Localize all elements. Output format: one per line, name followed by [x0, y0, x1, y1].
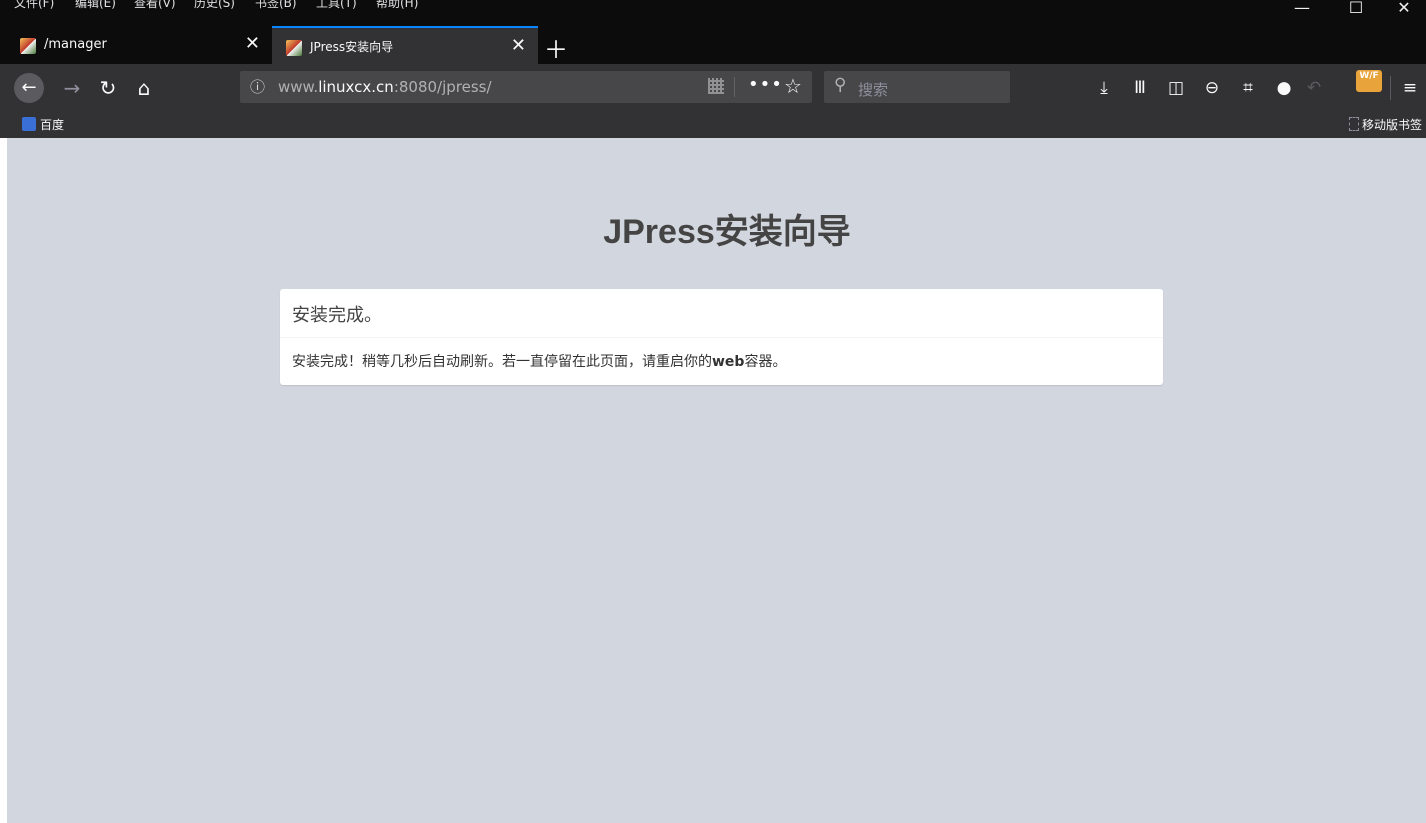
search-input[interactable]: 搜索	[858, 79, 888, 100]
window-edge	[0, 138, 7, 823]
new-tab-button[interactable]: ＋	[544, 30, 568, 65]
screenshot-crop-icon[interactable]: ⌗	[1236, 76, 1260, 100]
menu-bookmarks[interactable]: 书签(B)	[255, 0, 297, 10]
close-window-button[interactable]: ✕	[1384, 0, 1424, 22]
install-message: 安装完成！稍等几秒后自动刷新。若一直停留在此页面，请重启你的	[292, 354, 712, 370]
toolbar-separator	[1390, 76, 1391, 100]
qr-code-icon[interactable]	[708, 78, 724, 94]
tomcat-favicon-icon	[20, 38, 36, 54]
browser-chrome: 文件(F) 编辑(E) 查看(V) 历史(S) 书签(B) 工具(T) 帮助(H…	[0, 0, 1426, 138]
menu-hamburger-icon[interactable]: ≡	[1398, 76, 1422, 100]
page-actions-icon[interactable]: •••	[748, 74, 783, 95]
bookmark-baidu[interactable]: 百度	[40, 116, 64, 133]
menu-help[interactable]: 帮助(H)	[376, 0, 418, 10]
mobile-bookmarks-icon	[1348, 117, 1359, 131]
mobile-bookmarks[interactable]: 移动版书签	[1348, 116, 1422, 133]
search-icon: ⚲	[834, 75, 847, 95]
home-button[interactable]: ⌂	[128, 72, 160, 104]
menu-file[interactable]: 文件(F)	[14, 0, 54, 10]
install-result-box: 安装完成。 安装完成！稍等几秒后自动刷新。若一直停留在此页面，请重启你的web容…	[280, 289, 1163, 385]
bookmark-star-icon[interactable]: ☆	[784, 74, 802, 98]
tab-title: JPress安装向导	[310, 40, 394, 54]
tab-jpress-install[interactable]: JPress安装向导 ✕	[272, 26, 538, 64]
menu-edit[interactable]: 编辑(E)	[75, 0, 116, 10]
bookmarks-bar: 百度 移动版书签	[0, 112, 1426, 138]
tab-title: /manager	[44, 37, 107, 52]
tab-manager[interactable]: /manager ✕	[6, 26, 272, 64]
close-tab-icon[interactable]: ✕	[245, 34, 260, 54]
tab-strip: /manager ✕ JPress安装向导 ✕ ＋	[0, 26, 1426, 64]
forward-button[interactable]: →	[56, 72, 88, 104]
box-body: 安装完成！稍等几秒后自动刷新。若一直停留在此页面，请重启你的web容器。	[292, 351, 786, 371]
url-bar-separator	[734, 77, 735, 97]
menu-bar: 文件(F) 编辑(E) 查看(V) 历史(S) 书签(B) 工具(T) 帮助(H…	[0, 0, 1426, 16]
wf-extension-icon[interactable]: W/F	[1356, 70, 1382, 92]
tomcat-favicon-icon	[286, 40, 302, 56]
menu-view[interactable]: 查看(V)	[134, 0, 176, 10]
url-text[interactable]: www.linuxcx.cn:8080/jpress/	[278, 78, 492, 96]
undo-icon[interactable]: ↶	[1302, 76, 1326, 100]
back-button[interactable]: ←	[14, 73, 44, 103]
sidebar-icon[interactable]: ◫	[1164, 76, 1188, 100]
chat-icon[interactable]: ●	[1272, 76, 1296, 100]
minimize-button[interactable]: —	[1282, 0, 1322, 22]
url-bar[interactable]: ⓘ www.linuxcx.cn:8080/jpress/ ••• ☆	[240, 71, 812, 103]
reload-button[interactable]: ↻	[92, 72, 124, 104]
library-icon[interactable]: Ⅲ	[1128, 76, 1152, 100]
site-info-icon[interactable]: ⓘ	[250, 76, 265, 97]
install-message-end: 容器。	[744, 354, 787, 370]
menu-tools[interactable]: 工具(T)	[316, 0, 357, 10]
box-title: 安装完成。	[292, 305, 382, 326]
box-header: 安装完成。	[280, 289, 1163, 338]
search-bar[interactable]: ⚲ 搜索	[824, 71, 1010, 103]
close-tab-icon[interactable]: ✕	[511, 36, 526, 56]
install-message-bold: web	[712, 354, 745, 370]
navigation-toolbar: ← → ↻ ⌂ ⓘ www.linuxcx.cn:8080/jpress/ ••…	[0, 64, 1426, 112]
account-icon[interactable]: ⊖	[1200, 76, 1224, 100]
downloads-icon[interactable]: ⤓	[1092, 76, 1116, 100]
page-title: JPress安装向导	[603, 213, 851, 251]
page-content: JPress安装向导 安装完成。 安装完成！稍等几秒后自动刷新。若一直停留在此页…	[7, 138, 1426, 823]
maximize-button[interactable]: ☐	[1336, 0, 1376, 22]
menu-history[interactable]: 历史(S)	[194, 0, 235, 10]
baidu-paw-icon	[22, 117, 36, 131]
mobile-bookmarks-label: 移动版书签	[1361, 118, 1422, 132]
